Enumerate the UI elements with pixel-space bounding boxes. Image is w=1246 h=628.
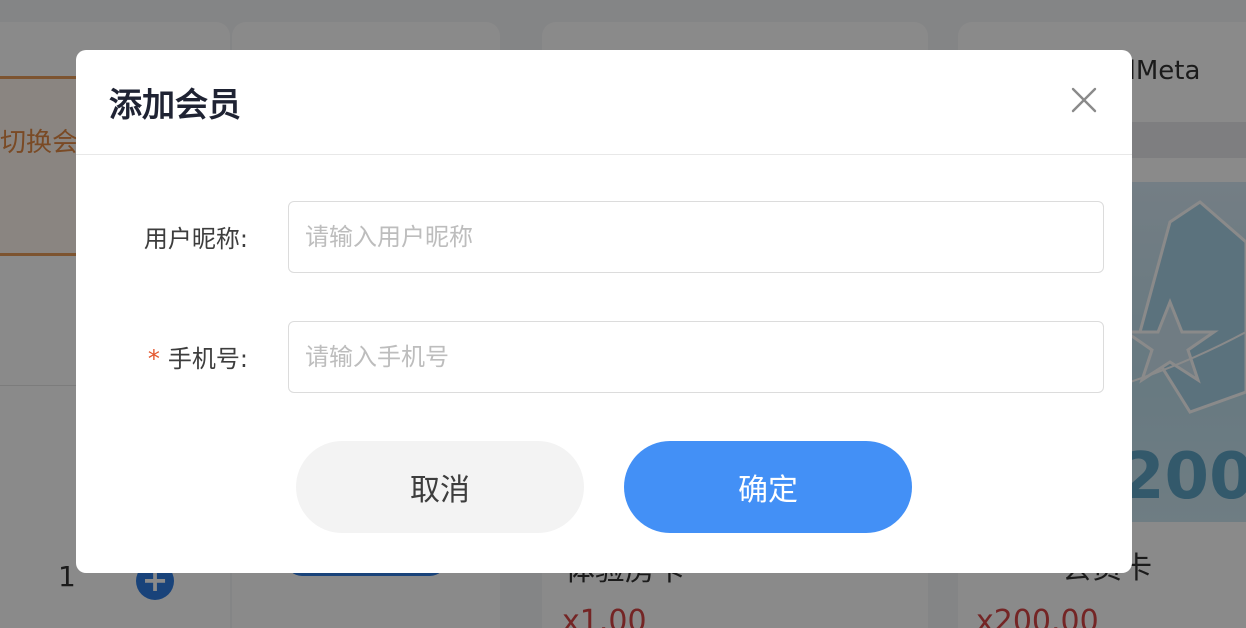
phone-label: * 手机号: [148, 339, 248, 374]
nickname-label-text: 用户昵称: [143, 225, 248, 253]
phone-label-text: 手机号: [167, 345, 248, 373]
required-asterisk: * [147, 345, 160, 373]
dialog-header: 添加会员 [76, 50, 1132, 155]
dialog-title: 添加会员 [109, 85, 241, 124]
nickname-row: 用户昵称: [76, 201, 1132, 273]
close-icon [1071, 87, 1097, 113]
cancel-button[interactable]: 取消 [296, 441, 584, 533]
add-member-dialog: 添加会员 用户昵称: *手机号: 取消 确定 [76, 50, 1132, 573]
close-button[interactable] [1067, 83, 1101, 117]
confirm-button[interactable]: 确定 [624, 441, 912, 533]
phone-input[interactable] [288, 321, 1104, 393]
nickname-label: 用户昵称: [144, 219, 248, 254]
nickname-input[interactable] [288, 201, 1104, 273]
phone-row: * 手机号: [76, 321, 1132, 393]
